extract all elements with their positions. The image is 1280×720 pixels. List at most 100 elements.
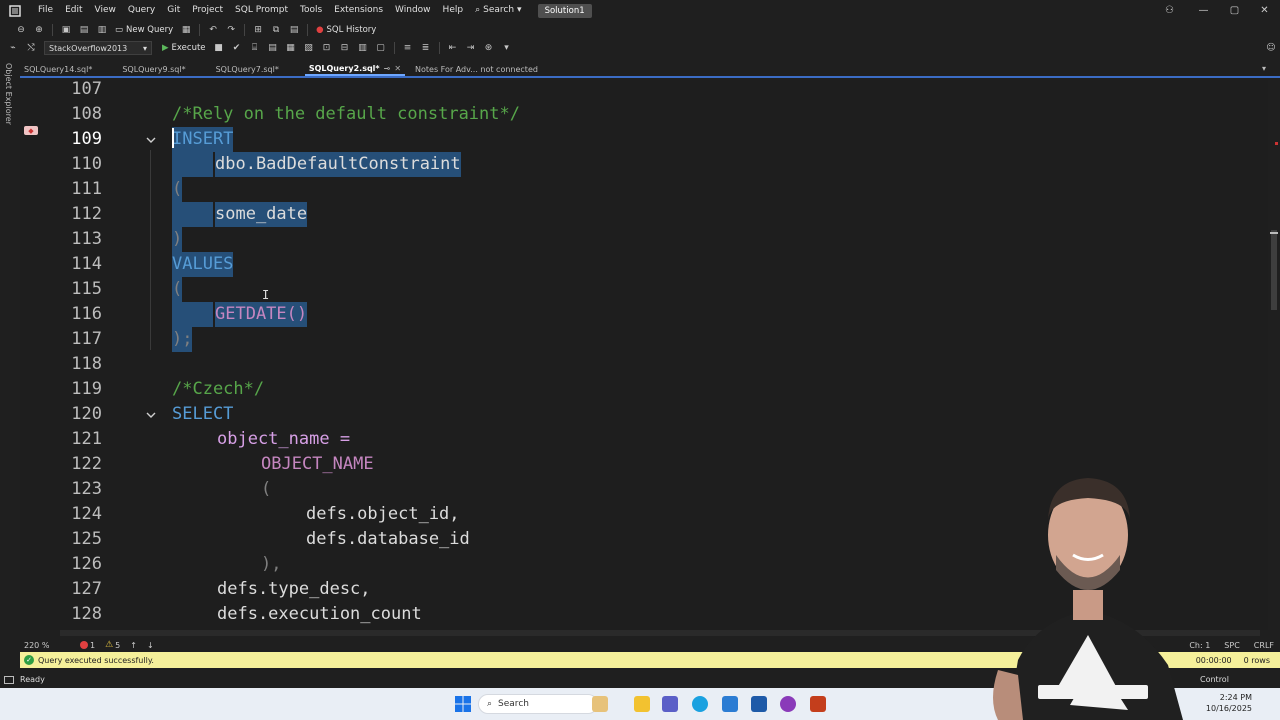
file-icon[interactable]: ▢ <box>374 41 388 55</box>
menu-extensions[interactable]: Extensions <box>328 0 389 21</box>
error-count[interactable]: 1 <box>80 641 95 650</box>
new-query-button[interactable]: ▭ New Query <box>111 22 177 38</box>
line-number: 124 <box>71 504 102 524</box>
undo-icon[interactable]: ↶ <box>206 23 220 37</box>
open-file-icon[interactable]: ▣ <box>59 23 73 37</box>
execute-icon: ▶ <box>162 43 169 53</box>
line-number: 111 <box>71 179 102 199</box>
file-explorer-icon[interactable] <box>634 696 650 712</box>
menu-help[interactable]: Help <box>437 0 470 21</box>
edge-icon[interactable] <box>692 696 708 712</box>
account-icon[interactable]: ⚇ <box>1154 0 1185 21</box>
display-plan-icon[interactable]: ⌸ <box>248 41 262 55</box>
connect-icon[interactable]: ⌁ <box>6 41 20 55</box>
results-to-file-icon[interactable]: ▧ <box>302 41 316 55</box>
minimize-button[interactable]: — <box>1188 0 1219 21</box>
terminal-icon[interactable] <box>751 696 767 712</box>
ssms-taskbar-icon[interactable] <box>662 696 678 712</box>
menu-project[interactable]: Project <box>186 0 229 21</box>
zoom-level[interactable]: 220 % <box>20 641 60 650</box>
menu-window[interactable]: Window <box>389 0 437 21</box>
specify-values-icon[interactable]: ⊛ <box>482 41 496 55</box>
app-icon[interactable] <box>722 696 738 712</box>
results-to-grid-icon[interactable]: ▦ <box>284 41 298 55</box>
pin-icon[interactable]: ⊸ <box>384 64 391 73</box>
taskbar-search[interactable]: ⌕ Search <box>478 694 598 714</box>
execute-button[interactable]: ▶ Execute <box>158 40 210 56</box>
results-to-text-icon[interactable]: ▤ <box>266 41 280 55</box>
increase-indent-icon[interactable]: ⇥ <box>464 41 478 55</box>
error-marker <box>1275 142 1278 145</box>
clock-date: 10/16/2025 <box>1205 704 1252 713</box>
code-text: object_name = <box>217 429 351 449</box>
tab-sqlquery7[interactable]: SQLQuery7.sql* <box>212 62 283 76</box>
close-window-button[interactable]: ✕ <box>1249 0 1280 21</box>
save-all-icon[interactable]: ▥ <box>95 23 109 37</box>
podcast-icon[interactable] <box>780 696 796 712</box>
copy-icon[interactable]: ⧉ <box>269 23 283 37</box>
line-number: 116 <box>71 304 102 324</box>
tab-notes[interactable]: Notes For Adv... not connected <box>411 62 542 76</box>
code-line: 117 ); <box>20 327 1268 352</box>
execute-label: Execute <box>171 43 206 53</box>
system-clock[interactable]: 2:24 PM 10/16/2025 <box>1200 692 1252 714</box>
maximize-button[interactable]: ▢ <box>1219 0 1250 21</box>
nav-down-icon[interactable]: ↓ <box>147 641 154 650</box>
database-select[interactable]: StackOverflow2013 ▾ <box>44 41 152 55</box>
warning-count[interactable]: ⚠ 5 <box>105 640 120 650</box>
elapsed-time: 00:00:00 <box>1195 655 1232 665</box>
redo-icon[interactable]: ↷ <box>224 23 238 37</box>
line-ending[interactable]: CRLF <box>1254 641 1274 650</box>
output-window-icon[interactable] <box>4 675 14 684</box>
menu-tools[interactable]: Tools <box>294 0 328 21</box>
change-connection-icon[interactable]: ⤭ <box>24 41 38 55</box>
forward-icon[interactable]: ⊕ <box>32 23 46 37</box>
menu-file[interactable]: File <box>32 0 59 21</box>
activity-icon[interactable]: ⊞ <box>251 23 265 37</box>
query-icon[interactable]: ▦ <box>179 23 193 37</box>
powerpoint-icon[interactable] <box>810 696 826 712</box>
code-text: defs.execution_count <box>217 604 422 624</box>
menu-query[interactable]: Query <box>122 0 161 21</box>
object-explorer-tab[interactable]: Object Explorer <box>4 63 13 125</box>
menu-search[interactable]: ⌕ Search ▾ <box>469 0 528 21</box>
feedback-icon[interactable]: ☺ <box>1264 41 1278 55</box>
line-number: 128 <box>71 604 102 624</box>
parse-icon[interactable]: ✔ <box>230 41 244 55</box>
sql-history-button[interactable]: ● SQL History <box>312 22 380 38</box>
menu-view[interactable]: View <box>89 0 122 21</box>
widgets-icon[interactable] <box>592 696 608 712</box>
close-tab-icon[interactable]: ✕ <box>394 64 401 73</box>
stop-icon[interactable]: ■ <box>212 41 226 55</box>
grid-icon[interactable]: ▥ <box>356 41 370 55</box>
nav-up-icon[interactable]: ↑ <box>130 641 137 650</box>
code-line: 120 SELECT <box>20 402 1268 427</box>
comment-icon[interactable]: ≡ <box>401 41 415 55</box>
windows-start-icon[interactable] <box>455 696 471 712</box>
line-number: 127 <box>71 579 102 599</box>
menu-sql-prompt[interactable]: SQL Prompt <box>229 0 294 21</box>
tab-sqlquery9[interactable]: SQLQuery9.sql* <box>118 62 189 76</box>
tab-list-icon[interactable]: ▾ <box>1262 64 1266 73</box>
fold-collapse-icon[interactable] <box>144 408 158 422</box>
solution-explorer-icon[interactable]: ▤ <box>287 23 301 37</box>
indent-mode[interactable]: SPC <box>1224 641 1240 650</box>
vertical-scrollbar[interactable] <box>1268 80 1280 630</box>
decrease-indent-icon[interactable]: ⇤ <box>446 41 460 55</box>
save-icon[interactable]: ▤ <box>77 23 91 37</box>
client-stats-icon[interactable]: ⊟ <box>338 41 352 55</box>
scrollbar-thumb[interactable] <box>1271 230 1277 310</box>
toolbar-overflow-icon[interactable]: ▾ <box>500 41 514 55</box>
include-plan-icon[interactable]: ⊡ <box>320 41 334 55</box>
code-indent <box>172 152 213 177</box>
uncomment-icon[interactable]: ≣ <box>419 41 433 55</box>
source-control-button[interactable]: Control <box>1200 675 1229 684</box>
ssms-logo-icon <box>8 4 22 18</box>
fold-collapse-icon[interactable] <box>144 133 158 147</box>
tab-sqlquery14[interactable]: SQLQuery14.sql* <box>20 62 96 76</box>
back-icon[interactable]: ⊖ <box>14 23 28 37</box>
menu-edit[interactable]: Edit <box>59 0 88 21</box>
code-line: 116 GETDATE() <box>20 302 1268 327</box>
tab-sqlquery2[interactable]: SQLQuery2.sql* ⊸ ✕ <box>304 62 406 76</box>
menu-git[interactable]: Git <box>161 0 186 21</box>
